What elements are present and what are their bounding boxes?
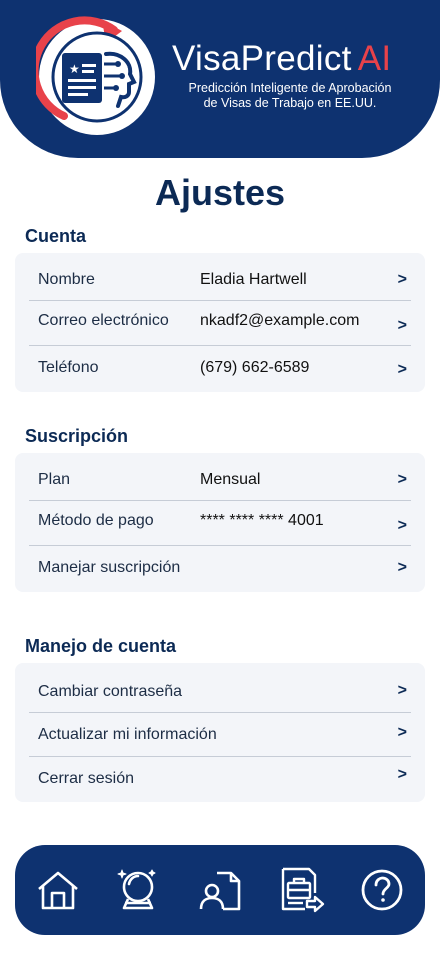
row-label: Actualizar mi información (38, 726, 217, 743)
section-title-manejo: Manejo de cuenta (25, 636, 177, 656)
row-label: Método de pago (38, 512, 154, 529)
row-actualizar-informacion[interactable]: Actualizar mi información > (29, 712, 411, 756)
row-cambiar-contrasena[interactable]: Cambiar contraseña > (29, 667, 411, 711)
row-label: Teléfono (38, 359, 99, 376)
chevron-right-icon[interactable]: > (398, 724, 407, 742)
row-label: Correo electrónico (38, 312, 169, 329)
row-label: Nombre (38, 271, 95, 288)
svg-text:★: ★ (69, 62, 80, 76)
chevron-right-icon[interactable]: > (398, 682, 407, 700)
brand-name-text: VisaPredict (172, 39, 352, 78)
brand-tagline: Predicción Inteligente de Aprobación de … (172, 81, 408, 111)
app-header: ★ VisaPredict AI Predicción Inteligente d… (0, 0, 440, 158)
section-title-suscripcion: Suscripción (25, 426, 129, 446)
row-value: Eladia Hartwell (200, 271, 307, 288)
home-icon (38, 871, 78, 910)
row-label: Manejar suscripción (38, 559, 181, 576)
crystal-ball-icon (117, 869, 156, 910)
row-value: Mensual (200, 471, 261, 488)
nav-applications-button[interactable] (279, 867, 325, 913)
row-value: (679) 662-6589 (200, 359, 310, 376)
row-value: **** **** **** 4001 (200, 512, 324, 529)
tagline-line-2: de Visas de Trabajo en EE.UU. (203, 96, 377, 110)
nav-home-button[interactable] (35, 867, 81, 913)
row-plan[interactable]: Plan Mensual > (29, 457, 411, 501)
bottom-nav (15, 845, 425, 935)
briefcase-document-icon (281, 867, 325, 913)
card-manejo-cuenta: Cambiar contraseña > Actualizar mi infor… (15, 663, 425, 802)
help-icon (361, 869, 403, 911)
chevron-right-icon[interactable]: > (398, 766, 407, 784)
tagline-line-1: Predicción Inteligente de Aprobación (188, 81, 392, 95)
app-logo: ★ (36, 16, 155, 135)
row-value: nkadf2@example.com (200, 312, 360, 329)
chevron-right-icon[interactable]: > (398, 517, 407, 535)
row-metodo-pago[interactable]: Método de pago **** **** **** 4001 > (29, 500, 411, 544)
chevron-right-icon[interactable]: > (398, 559, 407, 577)
chevron-right-icon[interactable]: > (398, 317, 407, 335)
row-label: Cambiar contraseña (38, 683, 183, 700)
brand-ai-text: AI (357, 39, 392, 78)
row-manejar-suscripcion[interactable]: Manejar suscripción > (29, 545, 411, 589)
row-label: Cerrar sesión (38, 770, 135, 787)
nav-profile-document-button[interactable] (197, 867, 243, 913)
page-title: Ajustes (154, 172, 286, 213)
nav-help-button[interactable] (359, 867, 405, 913)
row-correo[interactable]: Correo electrónico nkadf2@example.com > (29, 300, 411, 344)
section-title-cuenta: Cuenta (25, 226, 87, 246)
card-cuenta: Nombre Eladia Hartwell > Correo electrón… (15, 253, 425, 392)
row-label: Plan (38, 471, 71, 488)
brand-name: VisaPredict AI (172, 38, 422, 80)
chevron-right-icon[interactable]: > (398, 361, 407, 379)
profile-document-icon (199, 871, 241, 911)
brand-block: VisaPredict AI Predicción Inteligente de … (172, 38, 422, 111)
nav-predict-button[interactable] (115, 867, 161, 913)
card-suscripcion: Plan Mensual > Método de pago **** **** … (15, 453, 425, 592)
row-nombre[interactable]: Nombre Eladia Hartwell > (29, 257, 411, 301)
row-cerrar-sesion[interactable]: Cerrar sesión > (29, 756, 411, 800)
chevron-right-icon[interactable]: > (398, 471, 407, 489)
row-telefono[interactable]: Teléfono (679) 662-6589 > (29, 345, 411, 389)
chevron-right-icon[interactable]: > (398, 271, 407, 289)
